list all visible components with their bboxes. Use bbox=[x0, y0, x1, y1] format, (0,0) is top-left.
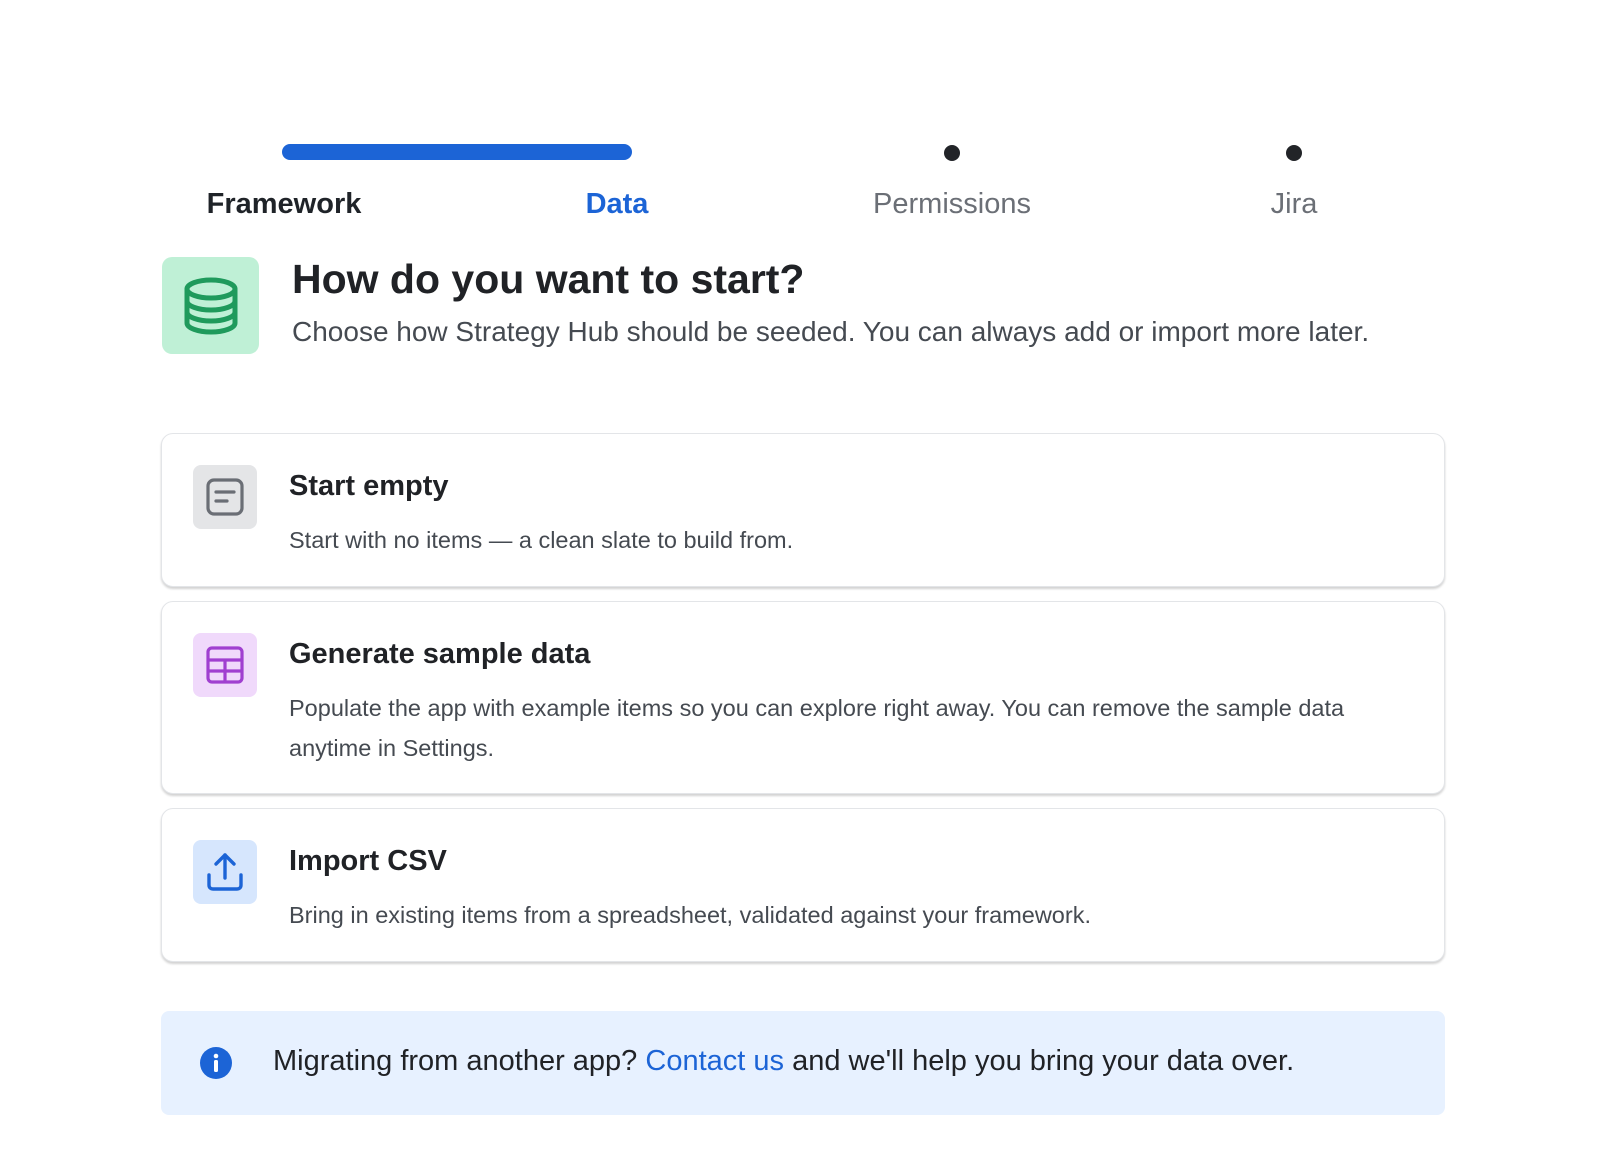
upload-icon bbox=[193, 840, 257, 904]
option-start-empty[interactable]: Start empty Start with no items — a clea… bbox=[161, 433, 1445, 587]
database-icon bbox=[162, 257, 259, 354]
step-jira[interactable]: Jira bbox=[1164, 138, 1424, 228]
step-framework[interactable]: Framework bbox=[160, 138, 632, 228]
option-import-csv[interactable]: Import CSV Bring in existing items from … bbox=[161, 808, 1445, 962]
info-message: Migrating from another app? Contact us a… bbox=[273, 1045, 1294, 1078]
option-description: Bring in existing items from a spreadshe… bbox=[289, 902, 1091, 928]
option-description: Start with no items — a clean slate to b… bbox=[289, 527, 794, 553]
info-text-before: Migrating from another app? bbox=[273, 1045, 646, 1077]
page-subtitle: Choose how Strategy Hub should be seeded… bbox=[292, 316, 1370, 347]
step-label: Framework bbox=[206, 188, 362, 220]
info-text-after: and we'll help you bring your data over. bbox=[784, 1045, 1295, 1077]
step-label: Data bbox=[585, 188, 649, 220]
step-dot bbox=[1286, 145, 1302, 161]
step-dot bbox=[944, 145, 960, 161]
step-permissions[interactable]: Permissions bbox=[822, 138, 1082, 228]
table-icon bbox=[193, 633, 257, 697]
onboarding-data-step: Framework Data Permissions Jira How do y… bbox=[0, 0, 1600, 1176]
option-description: Populate the app with example items so y… bbox=[289, 695, 1345, 761]
contact-us-link[interactable]: Contact us bbox=[645, 1045, 784, 1077]
step-label: Jira bbox=[1270, 188, 1318, 220]
option-title: Import CSV bbox=[289, 845, 447, 877]
step-label: Permissions bbox=[873, 188, 1031, 220]
option-title: Generate sample data bbox=[289, 638, 591, 670]
info-banner: Migrating from another app? Contact us a… bbox=[161, 1011, 1445, 1115]
step-data[interactable]: Data bbox=[487, 138, 747, 228]
page-title: How do you want to start? bbox=[292, 256, 805, 302]
document-icon bbox=[193, 465, 257, 529]
progress-stepper: Framework Data Permissions Jira bbox=[160, 138, 1444, 228]
option-title: Start empty bbox=[289, 470, 449, 502]
info-icon bbox=[200, 1047, 232, 1079]
option-generate-sample-data[interactable]: Generate sample data Populate the app wi… bbox=[161, 601, 1445, 794]
